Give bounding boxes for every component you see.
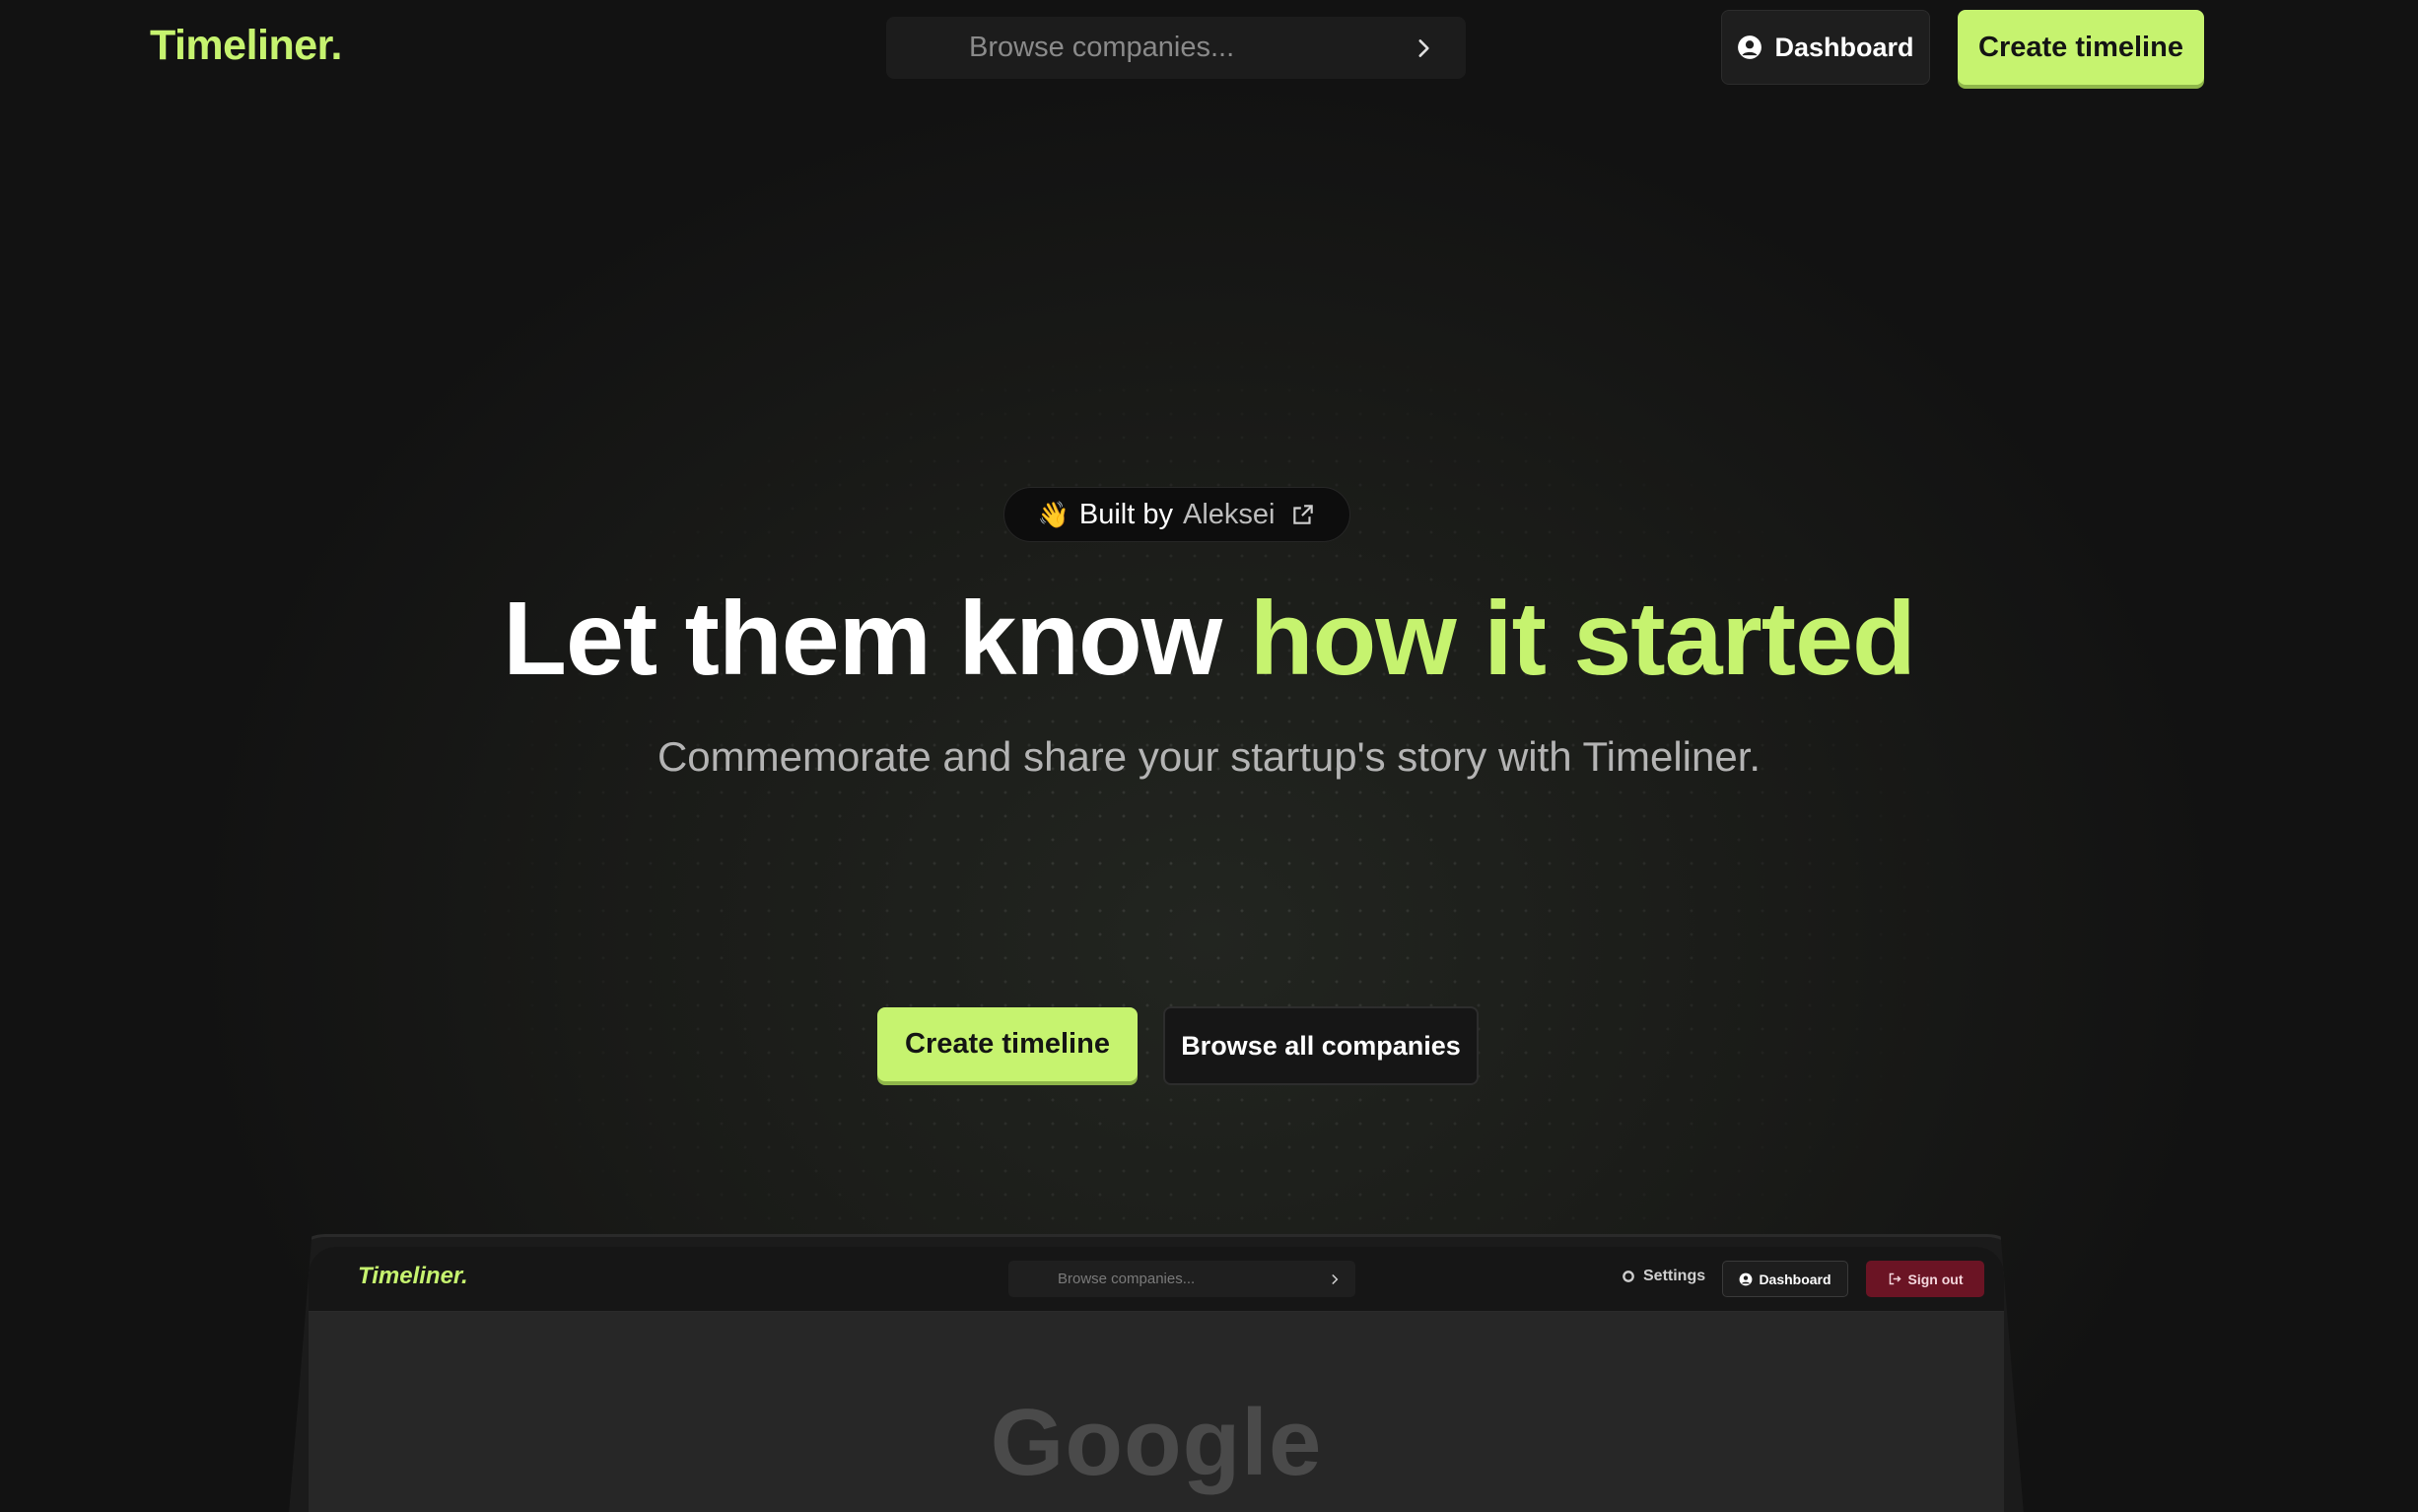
chevron-right-icon (1418, 38, 1429, 57)
preview-dashboard-button: Dashboard (1722, 1261, 1848, 1297)
preview-signout-label: Sign out (1907, 1271, 1964, 1287)
user-circle-icon (1740, 1272, 1753, 1285)
preview-search: Browse companies... (1008, 1261, 1355, 1297)
built-by-prefix: Built by (1078, 498, 1173, 530)
dashboard-button-label: Dashboard (1774, 32, 1914, 62)
preview-search-placeholder: Browse companies... (1058, 1271, 1196, 1287)
landing-page: Timeliner. Browse companies... Dashboard… (0, 0, 2418, 1512)
browse-all-companies-button[interactable]: Browse all companies (1163, 1006, 1479, 1085)
preview-dashboard-label: Dashboard (1759, 1271, 1831, 1287)
create-timeline-button-header[interactable]: Create timeline (1958, 10, 2204, 85)
headline-accent: how it started (1249, 581, 1916, 697)
preview-signout-button: Sign out (1866, 1261, 1984, 1297)
sign-out-icon (1889, 1272, 1901, 1285)
search-placeholder: Browse companies... (969, 32, 1235, 63)
headline-plain: Let them know (503, 581, 1222, 697)
dashboard-button[interactable]: Dashboard (1721, 10, 1930, 85)
preview-navbar: Timeliner. Browse companies... Settings (309, 1247, 2004, 1312)
preview-settings-link: Settings (1622, 1268, 1705, 1285)
app-logo[interactable]: Timeliner. (150, 22, 342, 70)
hero-headline: Let them know how it started (0, 580, 2418, 698)
app-preview-frame: Timeliner. Browse companies... Settings (286, 1234, 2027, 1512)
preview-company-name: Google (990, 1390, 1323, 1495)
external-link-icon (1293, 505, 1314, 524)
preview-logo: Timeliner. (358, 1263, 468, 1289)
hero-subtitle: Commemorate and share your startup's sto… (656, 733, 1762, 780)
app-preview-screen: Timeliner. Browse companies... Settings (309, 1247, 2004, 1512)
chevron-right-icon (1332, 1273, 1339, 1284)
preview-settings-label: Settings (1643, 1268, 1706, 1284)
gear-icon (1623, 1271, 1634, 1282)
user-circle-icon (1738, 35, 1762, 59)
create-timeline-button[interactable]: Create timeline (877, 1007, 1138, 1081)
built-by-pill[interactable]: 👋 Built by Aleksei (1003, 487, 1350, 542)
browse-companies-search[interactable]: Browse companies... (886, 17, 1466, 79)
built-by-author: Aleksei (1182, 498, 1276, 530)
waving-hand-icon: 👋 (1037, 499, 1070, 529)
